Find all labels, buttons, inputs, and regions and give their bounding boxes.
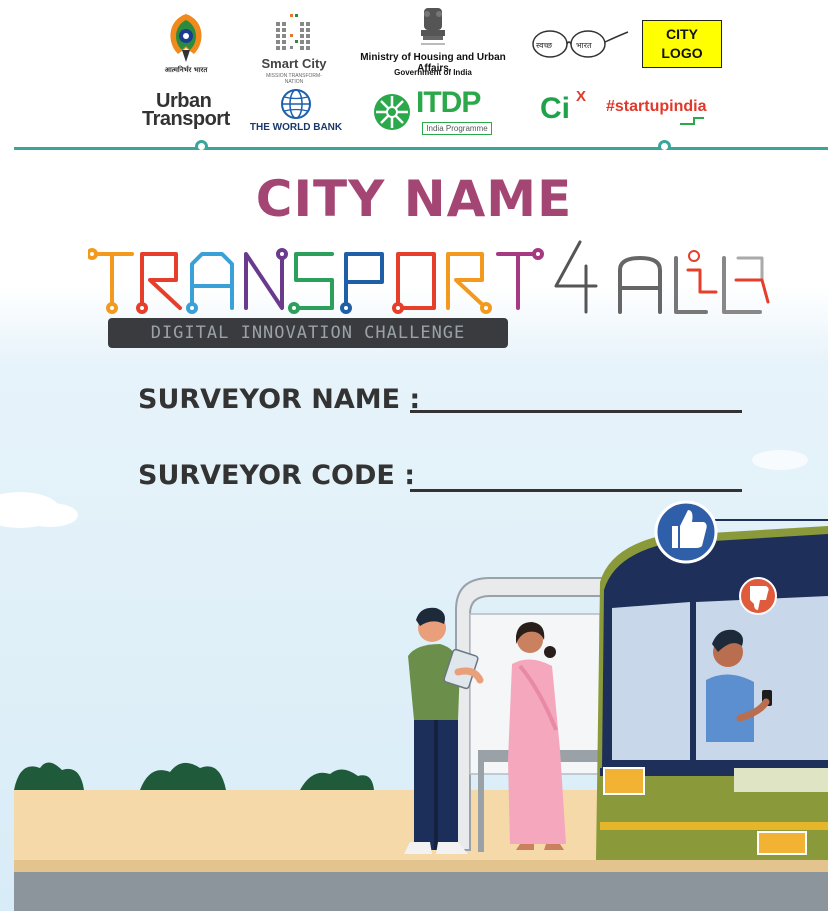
swachh-text: स्वच्छ [536,41,553,50]
surveyor-name-input[interactable] [410,410,742,413]
world-bank-logo: THE WORLD BANK [248,88,344,136]
thumbs-up-icon [654,500,718,564]
smart-city-logo: Smart City MISSION TRANSFORM-NATION [258,12,330,85]
surveyor-name-label: SURVEYOR NAME : [138,384,421,415]
city-logo-placeholder: CITY LOGO [642,20,722,68]
itdp-star-icon [374,94,410,130]
cix-logo: Ci X [540,88,590,132]
ashoka-emblem-icon [421,8,445,45]
itdp-text: ITDP [416,86,481,119]
header-logos: आत्मनिर्भर भारत Smart City MISSION TRANS… [0,0,828,160]
cix-sup: X [576,88,587,105]
city-logo-text-2: LOGO [661,45,703,61]
itdp-subtitle: India Programme [422,122,492,135]
world-bank-globe-icon [281,89,311,119]
aatmanirbhar-text: आत्मनिर्भर भारत [164,66,208,74]
urban-transport-logo: Urban Transport [142,90,240,132]
challenge-text: DIGITAL INNOVATION CHALLENGE [150,323,466,343]
startup-india-logo: #startupindia [606,98,726,128]
smart-city-text: Smart City [261,56,327,71]
bus-icon [596,519,828,860]
smart-city-tagline: MISSION TRANSFORM-NATION [266,73,322,85]
smart-city-grid-icon [276,14,310,50]
aatmanirbhar-emblem-icon [170,14,202,62]
itdp-logo: ITDP India Programme [370,86,496,136]
thumbs-down-icon [739,577,777,615]
city-name-title: CITY NAME [255,170,573,228]
aatmanirbhar-logo: आत्मनिर्भर भारत [160,8,212,78]
digital-innovation-challenge-badge: DIGITAL INNOVATION CHALLENGE [108,318,508,348]
ministry-logo: Ministry of Housing and Urban Affairs Go… [344,4,522,78]
government-name: Government of India [394,68,472,77]
startup-arrow-icon [680,117,704,125]
cix-text: Ci [540,92,570,125]
world-bank-text: THE WORLD BANK [249,122,343,133]
bushes-icon [14,762,374,790]
bharat-text: भारत [576,41,592,50]
city-logo-text-1: CITY [666,26,698,42]
swachh-bharat-logo: स्वच्छ भारत [530,28,630,66]
transport-text: Transport [142,108,230,130]
bus-stop-illustration [0,450,828,911]
